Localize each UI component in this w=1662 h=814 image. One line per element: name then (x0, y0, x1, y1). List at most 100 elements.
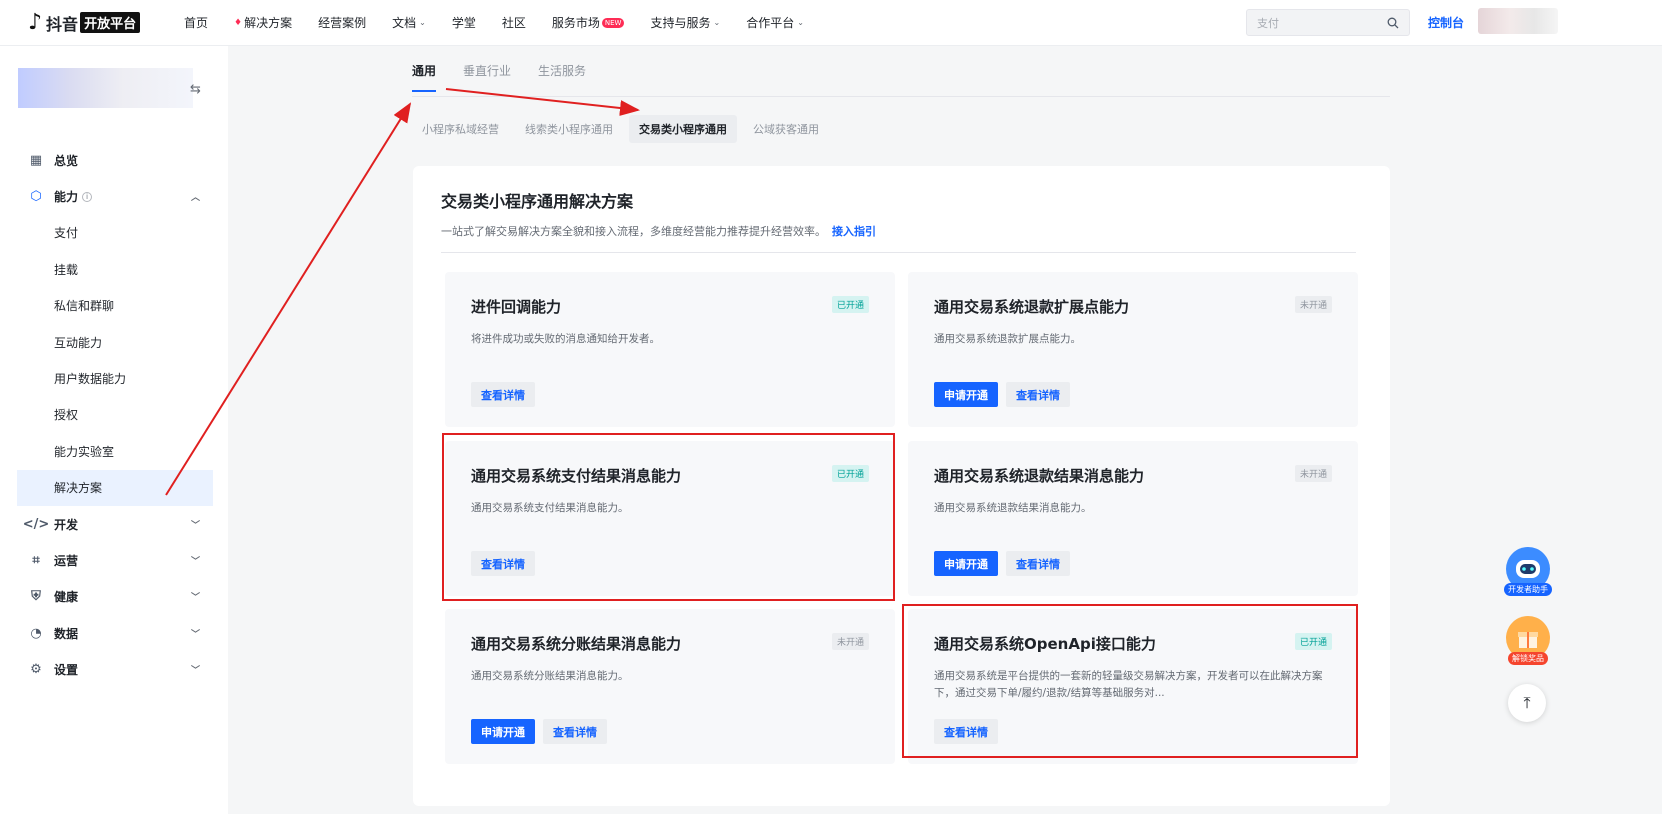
view-details-button[interactable]: 查看详情 (1006, 382, 1070, 407)
capability-icon: ⬡ (30, 189, 42, 205)
sidebar-item-label: 支付 (54, 226, 79, 241)
sidebar-item-label: 授权 (54, 408, 79, 423)
chevron-down-icon: ﹀ (190, 629, 200, 640)
switch-app-icon[interactable]: ⇆ (190, 82, 201, 97)
nav-community[interactable]: 社区 (502, 14, 526, 31)
sidebar-item-solutions[interactable]: 解决方案 (17, 469, 213, 506)
card-title: 通用交易系统退款扩展点能力 (934, 298, 1130, 316)
console-link[interactable]: 控制台 (1428, 14, 1464, 31)
access-guide-link[interactable]: 接入指引 (832, 225, 876, 238)
sidebar-item-mount[interactable]: 挂载 (0, 251, 228, 287)
sidebar-item-develop[interactable]: </> 开发 ﹀ (0, 506, 228, 542)
back-to-top-button[interactable]: ⤒ (1508, 684, 1546, 722)
sidebar-item-label: 总览 (54, 153, 79, 168)
unlock-reward-button[interactable]: 解锁奖品 (1500, 616, 1556, 665)
chevron-down-icon: ⌄ (797, 18, 804, 27)
card-description: 将进件成功或失败的消息通知给开发者。 (471, 333, 660, 345)
shield-icon: ⛨ (31, 589, 41, 605)
highlight-box (902, 604, 1358, 758)
sidebar: ⇆ ▦ 总览 ⬡ 能力 i ︿ 支付 挂载 私信和群聊 互动能力 用户数据能力 授权 能… (0, 46, 228, 814)
search-value: 支付 (1257, 16, 1279, 30)
card-title: 通用交易系统分账结果消息能力 (471, 635, 682, 653)
sidebar-item-capability[interactable]: ⬡ 能力 i ︿ (0, 178, 228, 214)
sidebar-item-health[interactable]: ⛨ 健康 ﹀ (0, 579, 228, 615)
sidebar-item-messages[interactable]: 私信和群聊 (0, 288, 228, 324)
nav-label: 解决方案 (244, 16, 293, 30)
search-input[interactable]: 支付 (1246, 9, 1410, 36)
capability-card: 通用交易系统分账结果消息能力 未开通 通用交易系统分账结果消息能力。 申请开通 … (445, 609, 895, 764)
tab-general[interactable]: 通用 (412, 62, 437, 92)
chevron-up-icon: ︿ (190, 193, 200, 204)
sidebar-item-user-data[interactable]: 用户数据能力 (0, 360, 228, 396)
sidebar-item-label: 设置 (54, 663, 79, 678)
sidebar-item-label: 互动能力 (54, 335, 103, 350)
avatar[interactable] (1478, 8, 1558, 34)
subtab-leads[interactable]: 线索类小程序通用 (515, 115, 623, 143)
reward-label: 解锁奖品 (1508, 652, 1548, 665)
sidebar-item-settings[interactable]: ⚙ 设置 ﹀ (0, 651, 228, 687)
panel-desc-text: 一站式了解交易解决方案全貌和接入流程，多维度经营能力推荐提升经营效率。 (441, 225, 826, 238)
sidebar-item-label: 开发 (54, 517, 79, 532)
sidebar-menu: ▦ 总览 ⬡ 能力 i ︿ 支付 挂载 私信和群聊 互动能力 用户数据能力 授权 能力实… (0, 142, 228, 688)
new-badge: NEW (601, 17, 625, 28)
subtab-transaction[interactable]: 交易类小程序通用 (629, 115, 737, 143)
panel-description: 一站式了解交易解决方案全貌和接入流程，多维度经营能力推荐提升经营效率。 接入指引 (441, 223, 876, 239)
apply-button[interactable]: 申请开通 (934, 382, 998, 407)
search-icon[interactable] (1387, 17, 1399, 29)
subtab-private-domain[interactable]: 小程序私域经营 (412, 115, 509, 143)
assistant-label: 开发者助手 (1504, 583, 1552, 596)
code-icon: </> (22, 516, 50, 532)
nav-cases[interactable]: 经营案例 (318, 14, 366, 31)
capability-card: 通用交易系统退款扩展点能力 未开通 通用交易系统退款扩展点能力。 申请开通 查看… (908, 272, 1358, 427)
nav-academy[interactable]: 学堂 (452, 14, 476, 31)
tab-vertical[interactable]: 垂直行业 (463, 62, 511, 91)
sidebar-item-auth[interactable]: 授权 (0, 397, 228, 433)
view-details-button[interactable]: 查看详情 (471, 382, 535, 407)
nav-solutions[interactable]: ♦ 解决方案 (234, 14, 292, 31)
arrow-tab-to-subtab (445, 88, 640, 116)
nav-home[interactable]: 首页 (184, 14, 208, 31)
solution-subtabs: 小程序私域经营 线索类小程序通用 交易类小程序通用 公域获客通用 (412, 115, 835, 143)
logo-box: 开放平台 (80, 12, 141, 33)
nav-partners[interactable]: 合作平台 ⌄ (746, 14, 804, 31)
sidebar-item-overview[interactable]: ▦ 总览 (0, 142, 228, 178)
sidebar-item-label: 能力 (54, 190, 79, 205)
card-actions: 申请开通 查看详情 (934, 382, 1078, 407)
douyin-logo[interactable]: ♪ 抖音 开放平台 (28, 11, 178, 35)
chevron-down-icon: ⌄ (713, 18, 721, 27)
nav-label: 首页 (184, 16, 209, 30)
sidebar-item-operations[interactable]: ⌗ 运营 ﹀ (0, 542, 228, 578)
chevron-down-icon: ﹀ (190, 666, 200, 677)
sidebar-item-payment[interactable]: 支付 (0, 215, 228, 251)
nav-docs[interactable]: 文档 ⌄ (392, 14, 426, 31)
sidebar-item-label: 私信和群聊 (54, 299, 115, 314)
apply-button[interactable]: 申请开通 (471, 719, 535, 744)
nav-support[interactable]: 支持与服务 ⌄ (650, 14, 720, 31)
developer-assistant-button[interactable]: 开发者助手 (1500, 547, 1556, 596)
sidebar-item-data[interactable]: ◔ 数据 ﹀ (0, 615, 228, 651)
tab-local-services[interactable]: 生活服务 (538, 62, 586, 91)
capability-card: 通用交易系统退款结果消息能力 未开通 通用交易系统退款结果消息能力。 申请开通 … (908, 441, 1358, 596)
card-actions: 申请开通 查看详情 (471, 719, 615, 744)
card-title: 进件回调能力 (471, 298, 562, 316)
subtab-public-acquisition[interactable]: 公域获客通用 (743, 115, 829, 143)
sidebar-item-lab[interactable]: 能力实验室 (0, 433, 228, 469)
view-details-button[interactable]: 查看详情 (1006, 551, 1070, 576)
panel-title: 交易类小程序通用解决方案 (441, 192, 634, 211)
top-navbar: ♪ 抖音 开放平台 首页 ♦ 解决方案 经营案例 文档 ⌄ 学堂 社区 服务市场 NE… (0, 0, 1662, 46)
nav-market[interactable]: 服务市场 NEW (552, 14, 625, 31)
sidebar-item-label: 数据 (54, 626, 79, 641)
view-details-button[interactable]: 查看详情 (543, 719, 607, 744)
tabs-divider (412, 96, 1390, 97)
apply-button[interactable]: 申请开通 (934, 551, 998, 576)
chart-icon: ⌗ (32, 552, 40, 568)
sidebar-item-interaction[interactable]: 互动能力 (0, 324, 228, 360)
info-icon[interactable]: i (82, 191, 93, 202)
tiktok-note-icon: ♪ (28, 9, 43, 35)
sidebar-item-label: 用户数据能力 (54, 372, 127, 387)
arrow-up-icon: ⤒ (1523, 693, 1531, 712)
nav-label: 支持与服务 (650, 16, 711, 30)
nav-label: 社区 (501, 16, 526, 30)
app-info-block[interactable] (18, 68, 193, 108)
status-badge: 未开通 (1294, 296, 1332, 313)
